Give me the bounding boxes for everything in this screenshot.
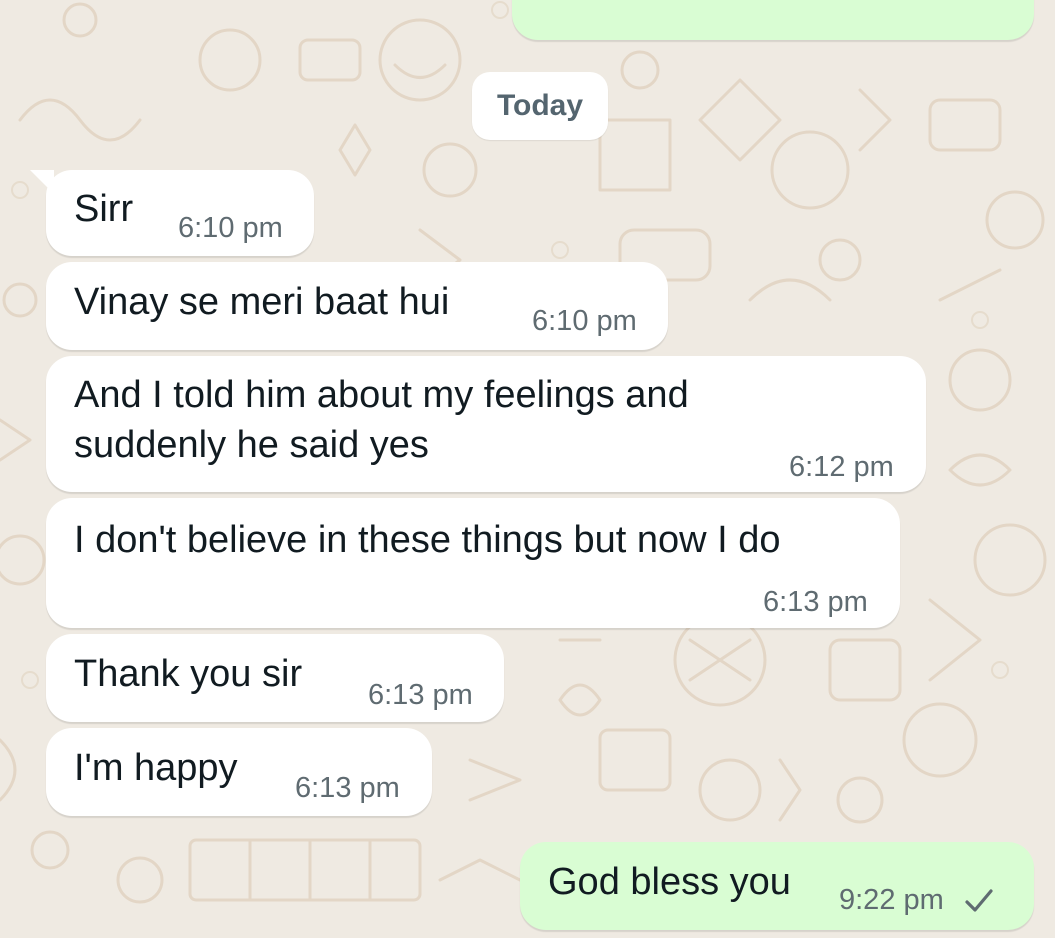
message-bubble[interactable]: Vinay se meri baat hui 6:10 pm — [46, 262, 668, 350]
message-time: 6:10 pm — [532, 305, 637, 337]
message-text: Vinay se meri baat hui — [74, 281, 450, 323]
message-bubble[interactable]: Sirr 6:10 pm — [46, 170, 314, 256]
message-bubble[interactable]: I don't believe in these things but now … — [46, 498, 900, 628]
message-time: 6:13 pm — [295, 772, 400, 804]
message-text: I don't believe in these things but now … — [74, 519, 781, 561]
message-bubble[interactable]: And I told him about my feelings and sud… — [46, 356, 926, 492]
previous-outgoing-message[interactable] — [512, 0, 1034, 40]
message-text: I'm happy — [74, 747, 238, 789]
message-time: 9:22 pm — [839, 884, 944, 916]
message-bubble[interactable]: Thank you sir 6:13 pm — [46, 634, 504, 722]
message-text-line-1: And I told him about my feelings and — [74, 374, 689, 416]
message-time: 6:13 pm — [368, 679, 473, 711]
message-text-line-2: suddenly he said yes — [74, 424, 429, 466]
message-time: 6:12 pm — [789, 451, 894, 483]
chat-area[interactable]: Today Sirr 6:10 pm Vinay se meri baat hu… — [0, 0, 1055, 938]
message-time: 6:13 pm — [763, 586, 868, 618]
message-time: 6:10 pm — [178, 212, 283, 244]
message-bubble[interactable]: I'm happy 6:13 pm — [46, 728, 432, 816]
message-text: Sirr — [74, 188, 134, 230]
single-check-icon — [965, 889, 993, 912]
incoming-bubble-tail — [30, 170, 54, 194]
message-text: Thank you sir — [74, 653, 303, 695]
message-text: God bless you — [548, 861, 791, 903]
outgoing-message-bubble[interactable]: God bless you 9:22 pm — [520, 842, 1034, 930]
date-divider: Today — [472, 72, 608, 140]
